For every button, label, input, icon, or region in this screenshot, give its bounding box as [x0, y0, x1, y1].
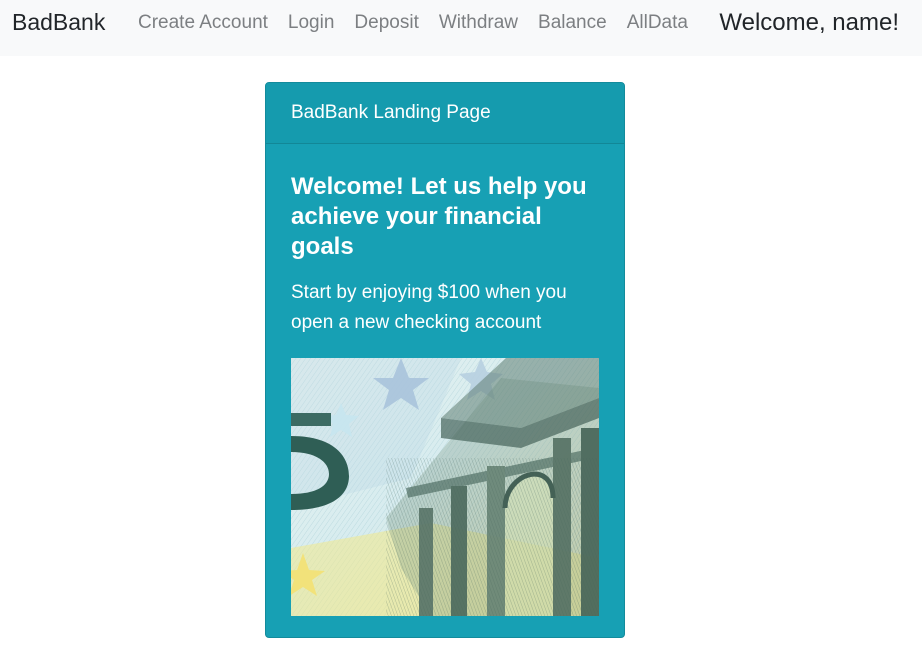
nav-deposit[interactable]: Deposit — [344, 12, 428, 34]
card-text: Start by enjoying $100 when you open a n… — [291, 282, 567, 333]
navbar: BadBank Create Account Login Deposit Wit… — [0, 0, 922, 56]
nav-create-account[interactable]: Create Account — [128, 12, 278, 34]
nav-login[interactable]: Login — [278, 12, 345, 34]
welcome-user-text: Welcome, name! — [719, 9, 899, 36]
nav-balance[interactable]: Balance — [528, 12, 617, 34]
nav-links: Create Account Login Deposit Withdraw Ba… — [128, 0, 698, 46]
brand-link[interactable]: BadBank — [12, 9, 105, 36]
card-body: Welcome! Let us help you achieve your fi… — [266, 144, 624, 616]
nav-withdraw[interactable]: Withdraw — [429, 12, 528, 34]
card-title: Welcome! Let us help you achieve your fi… — [291, 173, 587, 260]
nav-alldata[interactable]: AllData — [617, 12, 698, 34]
landing-card: BadBank Landing Page Welcome! Let us hel… — [265, 82, 625, 638]
banknote-image — [291, 358, 599, 616]
card-header: BadBank Landing Page — [266, 83, 624, 144]
